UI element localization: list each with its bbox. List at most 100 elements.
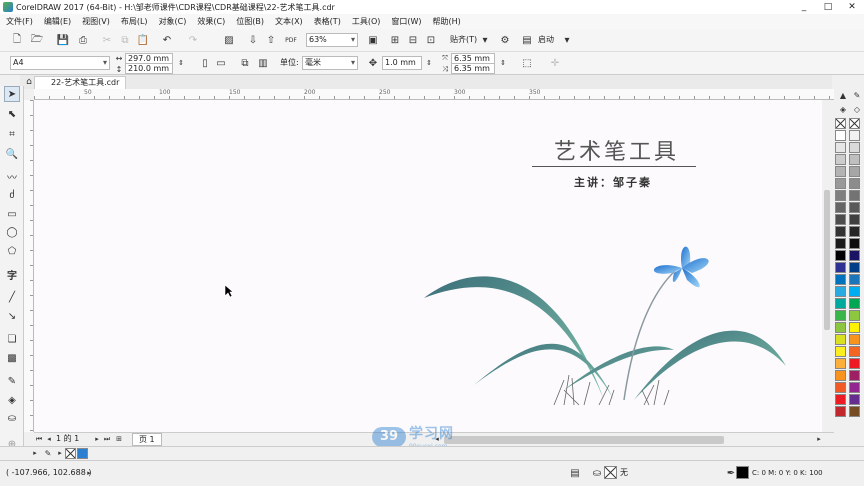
color-swatch[interactable] <box>849 154 860 165</box>
cut-icon[interactable]: ✂ <box>100 33 114 47</box>
color-swatch[interactable] <box>835 238 846 249</box>
color-swatch[interactable] <box>835 286 846 297</box>
menu-bitmaps[interactable]: 位图(B) <box>236 16 264 27</box>
menu-help[interactable]: 帮助(H) <box>433 16 461 27</box>
color-swatch[interactable] <box>835 202 846 213</box>
color-swatch[interactable] <box>849 142 860 153</box>
color-swatch[interactable] <box>835 406 846 417</box>
polygon-tool-icon[interactable]: ⬠ <box>4 243 20 259</box>
prev-page-icon[interactable]: ◂ <box>44 433 54 445</box>
rectangle-tool-icon[interactable]: ▭ <box>4 206 20 222</box>
import-icon[interactable]: ⇩ <box>246 33 260 47</box>
color-swatch[interactable] <box>849 190 860 201</box>
color-swatch[interactable] <box>835 190 846 201</box>
add-preset-icon[interactable]: ✛ <box>548 56 562 70</box>
menu-object[interactable]: 对象(C) <box>159 16 187 27</box>
color-swatch[interactable] <box>835 370 846 381</box>
color-swatch[interactable] <box>835 346 846 357</box>
artistic-media-tool-icon[interactable]: ძ <box>4 187 20 203</box>
current-page-icon[interactable]: ▥ <box>256 56 270 70</box>
palette-outline-icon[interactable]: ◇ <box>850 102 864 116</box>
color-swatch[interactable] <box>835 382 846 393</box>
units-select[interactable]: 毫米 <box>302 56 358 70</box>
publish-pdf-icon[interactable]: PDF <box>284 33 298 47</box>
size-spinner-icon[interactable]: ⇕ <box>174 56 188 70</box>
menu-view[interactable]: 视图(V) <box>82 16 110 27</box>
redo-icon[interactable]: ↷ <box>186 33 200 47</box>
grass-tuft[interactable] <box>598 384 615 406</box>
last-page-icon[interactable]: ⏭ <box>102 433 112 445</box>
treat-as-filled-icon[interactable]: ⬚ <box>520 56 534 70</box>
document-eyedropper-icon[interactable]: ✎ <box>42 447 54 459</box>
color-swatch[interactable] <box>849 214 860 225</box>
palette-fill-icon[interactable]: ◈ <box>836 102 850 116</box>
color-swatch[interactable] <box>835 166 846 177</box>
first-page-icon[interactable]: ⏮ <box>34 433 44 445</box>
zoom-level-field[interactable]: 63% <box>306 33 358 47</box>
color-swatch[interactable] <box>835 262 846 273</box>
export-icon[interactable]: ⇧ <box>264 33 278 47</box>
maximize-button[interactable]: □ <box>816 0 840 14</box>
color-swatch[interactable] <box>849 250 860 261</box>
color-swatch[interactable] <box>849 322 860 333</box>
nudge-spinner-icon[interactable]: ⇕ <box>422 56 436 70</box>
show-guidelines-icon[interactable]: ⊡ <box>424 33 438 47</box>
crop-tool-icon[interactable]: ⌗ <box>4 126 20 142</box>
grass-tuft[interactable] <box>641 379 670 406</box>
zoom-tool-icon[interactable]: 🔍 <box>4 146 20 162</box>
show-rulers-icon[interactable]: ⊞ <box>388 33 402 47</box>
orchid-flower[interactable] <box>653 246 709 288</box>
menu-text[interactable]: 文本(X) <box>275 16 303 27</box>
artwork-subtitle[interactable]: 主讲：邹子秦 <box>574 174 652 190</box>
add-page-icon[interactable]: ⊞ <box>114 433 124 445</box>
color-swatch[interactable] <box>849 274 860 285</box>
minimize-button[interactable]: _ <box>792 0 816 14</box>
color-swatch[interactable] <box>849 298 860 309</box>
connector-tool-icon[interactable]: ↘ <box>4 308 20 324</box>
no-color-swatch[interactable] <box>849 118 860 129</box>
portrait-icon[interactable]: ▯ <box>198 56 212 70</box>
launch-dropdown[interactable]: 启动 <box>538 33 554 47</box>
ellipse-tool-icon[interactable]: ◯ <box>4 224 20 240</box>
outline-color-swatch[interactable] <box>736 466 749 479</box>
color-eyedropper-tool-icon[interactable]: ✎ <box>4 373 20 389</box>
vertical-scroll-thumb[interactable] <box>824 190 830 330</box>
no-color-swatch[interactable] <box>65 448 76 459</box>
menu-effects[interactable]: 效果(C) <box>197 16 225 27</box>
orchid-illustration[interactable] <box>414 240 814 410</box>
color-swatch[interactable] <box>849 226 860 237</box>
menu-file[interactable]: 文件(F) <box>6 16 33 27</box>
horizontal-ruler[interactable]: 50 100 150 200 250 300 350 <box>34 89 834 100</box>
color-swatch[interactable] <box>835 130 846 141</box>
duplicate-spinner-icon[interactable]: ⇕ <box>496 56 510 70</box>
text-tool-icon[interactable]: 字 <box>4 266 20 282</box>
shape-tool-icon[interactable]: ⬉ <box>4 106 20 122</box>
color-swatch[interactable] <box>849 238 860 249</box>
drop-shadow-tool-icon[interactable]: ❏ <box>4 331 20 347</box>
interactive-fill-tool-icon[interactable]: ◈ <box>4 392 20 408</box>
color-swatch[interactable] <box>835 178 846 189</box>
paste-icon[interactable]: 📋 <box>136 33 150 47</box>
color-swatch[interactable] <box>849 166 860 177</box>
color-swatch[interactable] <box>835 214 846 225</box>
color-swatch[interactable] <box>849 262 860 273</box>
menu-edit[interactable]: 编辑(E) <box>44 16 71 27</box>
all-pages-icon[interactable]: ⧉ <box>238 56 252 70</box>
snap-chevron-down-icon[interactable]: ▾ <box>478 33 492 47</box>
color-swatch[interactable] <box>835 226 846 237</box>
launch-chevron-down-icon[interactable]: ▾ <box>560 33 574 47</box>
close-button[interactable]: ✕ <box>840 0 864 14</box>
color-swatch[interactable] <box>835 154 846 165</box>
vertical-scrollbar[interactable] <box>822 100 832 432</box>
transparency-tool-icon[interactable]: ▩ <box>4 350 20 366</box>
color-swatch[interactable] <box>849 286 860 297</box>
menu-window[interactable]: 窗口(W) <box>391 16 421 27</box>
color-swatch[interactable] <box>835 310 846 321</box>
new-document-icon[interactable]: 🗋 <box>10 33 24 47</box>
artwork-title[interactable]: 艺术笔工具 <box>554 134 679 166</box>
smart-fill-tool-icon[interactable]: ⛀ <box>4 410 20 426</box>
color-swatch[interactable] <box>849 406 860 417</box>
color-swatch[interactable] <box>849 370 860 381</box>
pick-tool-icon[interactable]: ➤ <box>4 86 20 102</box>
document-color-swatch[interactable] <box>77 448 88 459</box>
